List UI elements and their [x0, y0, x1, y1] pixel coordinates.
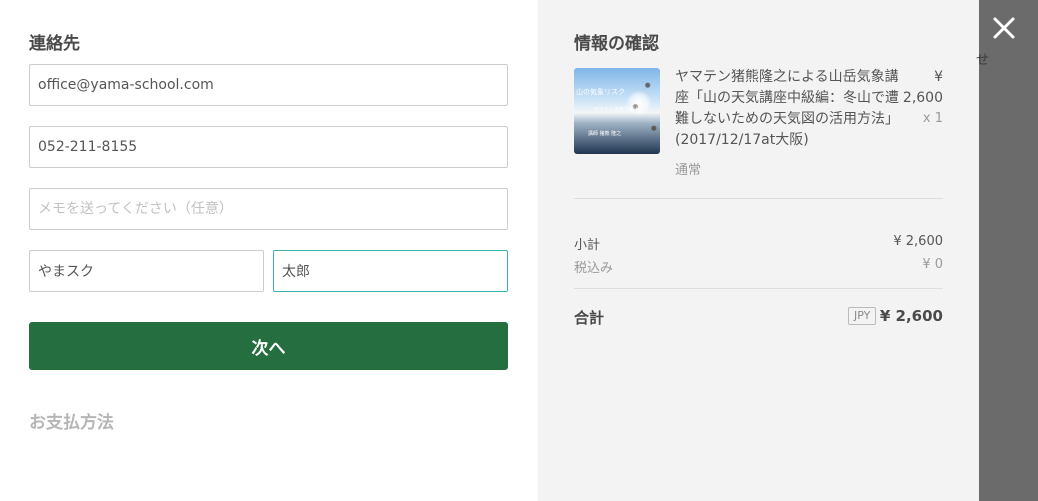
total-label: 合計	[574, 309, 605, 327]
payment-method-heading[interactable]: お支払方法	[29, 408, 114, 433]
thumbnail-subtitle-text: ヤマテン天気予報士	[594, 107, 640, 113]
subtotal-value: ¥ 2,600	[893, 234, 943, 249]
total-divider	[574, 288, 943, 289]
contact-panel: 連絡先 次へ お支払方法	[0, 0, 538, 501]
summary-divider	[574, 198, 943, 199]
product-thumbnail: 山の気象リスク ヤマテン天気予報士 講師 猪熊 隆之	[574, 68, 660, 154]
background-overlay[interactable]	[979, 0, 1038, 501]
background-page-text: せ	[976, 53, 990, 68]
tax-label: 税込み	[574, 261, 614, 276]
first-name-field[interactable]	[273, 250, 508, 292]
product-title: ヤマテン猪熊隆之による山岳気象講座「山の天気講座中級編：冬山で遭難しないための天…	[675, 69, 899, 148]
product-quantity: x 1	[922, 111, 943, 126]
close-button[interactable]	[988, 12, 1020, 44]
thumbnail-title-text: 山の気象リスク	[576, 88, 625, 96]
summary-heading: 情報の確認	[574, 34, 659, 54]
contact-heading: 連絡先	[29, 34, 80, 54]
phone-field[interactable]	[29, 126, 508, 168]
thumbnail-lecturer-text: 講師 猪熊 隆之	[588, 131, 622, 137]
memo-field[interactable]	[29, 188, 508, 230]
currency-badge: JPY	[848, 307, 877, 325]
next-button[interactable]: 次へ	[29, 322, 508, 370]
total-value: ¥ 2,600	[879, 307, 943, 325]
product-variant: 通常	[675, 163, 702, 178]
last-name-field[interactable]	[29, 250, 264, 292]
tax-value: ¥ 0	[922, 257, 943, 272]
close-icon	[993, 17, 1015, 39]
product-price: ¥ 2,600	[902, 69, 943, 106]
email-field[interactable]	[29, 64, 508, 106]
subtotal-label: 小計	[574, 238, 601, 253]
